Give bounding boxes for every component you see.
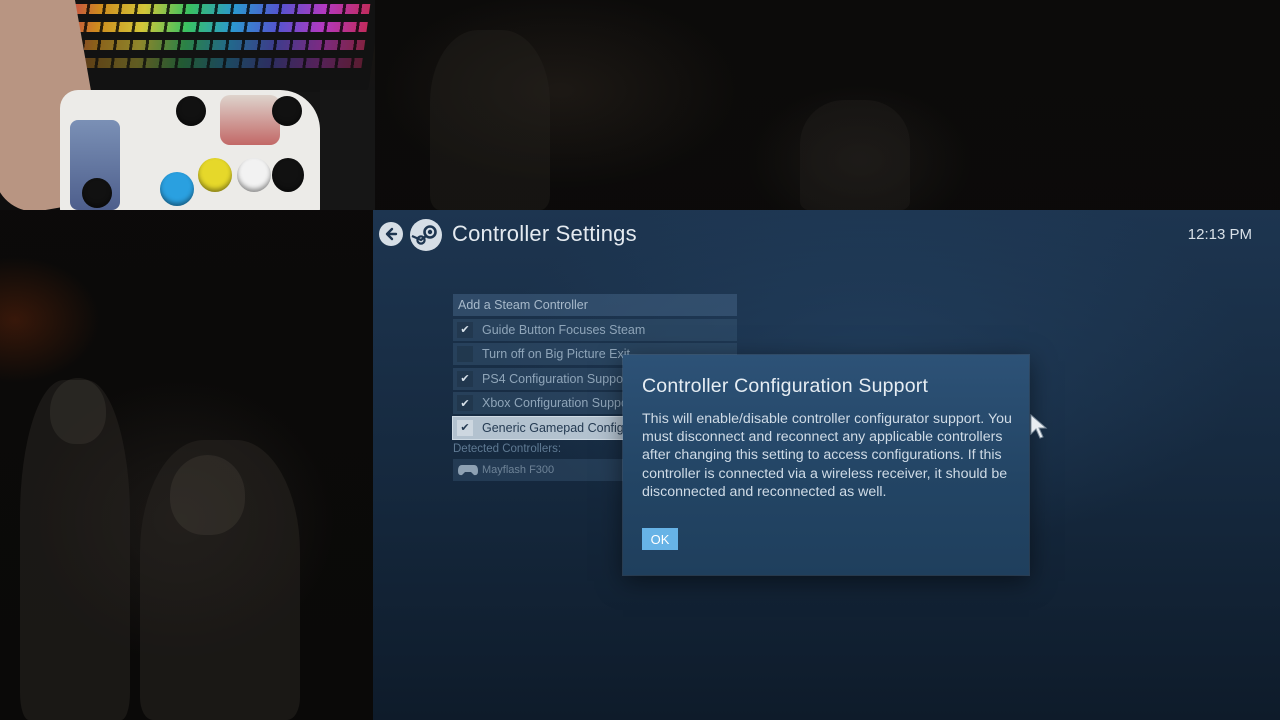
unchecked-box-icon[interactable]: ✔ <box>457 346 473 363</box>
setting-label: Xbox Configuration Support <box>482 396 636 411</box>
page-title: Controller Settings <box>452 221 637 246</box>
arcade-button <box>272 96 302 126</box>
setting-guide-button-focuses-steam[interactable]: ✔ Guide Button Focuses Steam <box>453 318 737 341</box>
checkmark-icon[interactable]: ✔ <box>457 370 473 387</box>
dialog-title: Controller Configuration Support <box>642 375 929 397</box>
arcade-button <box>237 158 271 192</box>
detected-controller-item[interactable]: Mayflash F300 <box>453 458 633 481</box>
setting-label: PS4 Configuration Support <box>482 371 631 386</box>
steam-logo-icon[interactable] <box>410 219 442 251</box>
add-steam-controller-label: Add a Steam Controller <box>458 298 588 312</box>
setting-label: Turn off on Big Picture Exit <box>482 347 630 362</box>
mouse-cursor-icon <box>1030 414 1048 439</box>
arcade-button <box>82 178 112 208</box>
arcade-button <box>176 96 206 126</box>
pirate-flag-figure <box>800 100 910 210</box>
setting-label: Guide Button Focuses Steam <box>482 322 646 337</box>
checkmark-icon[interactable]: ✔ <box>457 395 473 412</box>
checkmark-icon[interactable]: ✔ <box>457 419 473 436</box>
zombie-figure <box>430 30 550 210</box>
add-steam-controller-button[interactable]: Add a Steam Controller <box>453 294 737 316</box>
configuration-support-dialog: Controller Configuration Support This wi… <box>623 355 1029 575</box>
clock: 12:13 PM <box>1187 226 1252 243</box>
back-arrow-icon[interactable] <box>379 222 403 246</box>
top-bar: Controller Settings 12:13 PM <box>373 210 1280 260</box>
ok-button[interactable]: OK <box>642 528 678 550</box>
arcade-button <box>160 172 194 206</box>
detected-controller-name: Mayflash F300 <box>482 463 555 476</box>
dialog-message: This will enable/disable controller conf… <box>642 411 1012 500</box>
arcade-button <box>272 158 304 192</box>
skull-decoration <box>50 378 106 444</box>
gamepad-icon <box>457 463 479 477</box>
arcade-button <box>198 158 232 192</box>
webcam-overlay <box>0 0 375 210</box>
checkmark-icon[interactable]: ✔ <box>457 321 473 338</box>
skull-decoration <box>170 455 245 535</box>
